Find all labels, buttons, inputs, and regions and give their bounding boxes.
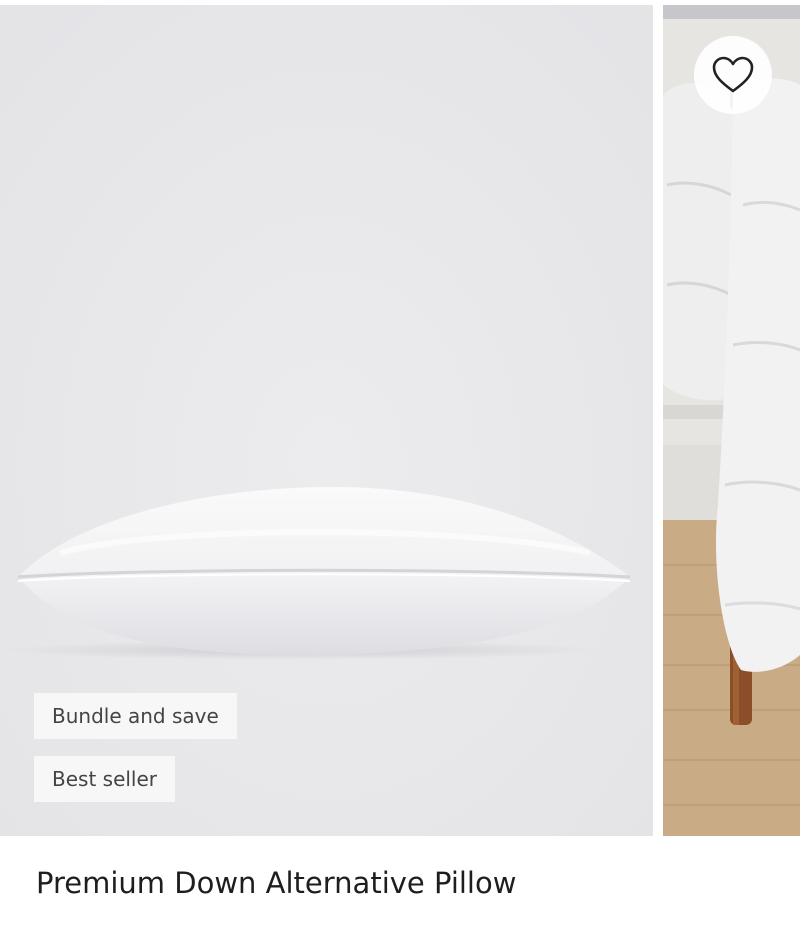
down-comforter-on-bed-photo xyxy=(663,5,800,836)
heart-outline-icon xyxy=(712,56,754,93)
product-title[interactable]: Premium Down Alternative Pillow xyxy=(36,866,516,900)
best-seller-badge: Best seller xyxy=(34,756,176,802)
product-image-carousel[interactable]: Bundle and save Best seller xyxy=(0,0,800,838)
wishlist-button[interactable] xyxy=(694,36,772,114)
product-image-next[interactable] xyxy=(663,5,800,836)
product-card: Bundle and save Best seller Premium Down… xyxy=(0,0,800,928)
bundle-and-save-badge: Bundle and save xyxy=(34,693,237,739)
